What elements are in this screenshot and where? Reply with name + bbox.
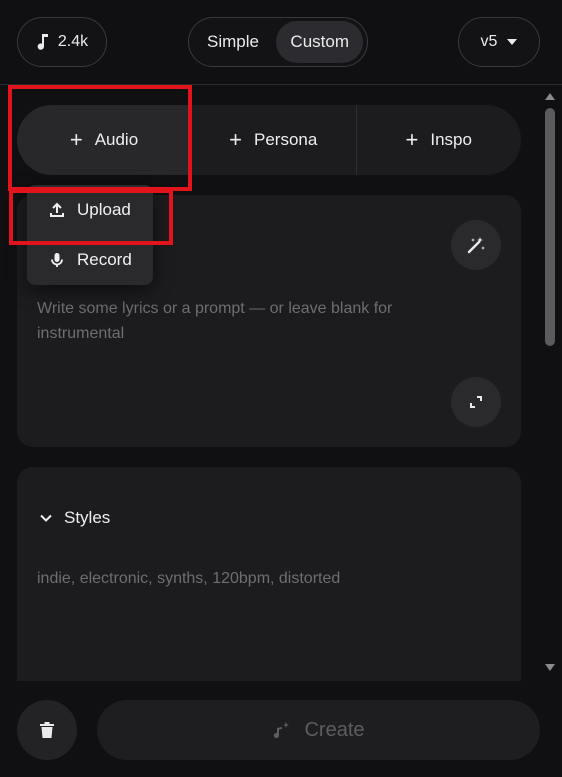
lyrics-input[interactable]: Write some lyrics or a prompt — or leave… (37, 296, 457, 346)
scroll-up-arrow[interactable] (545, 93, 555, 100)
add-inspo-button[interactable]: + Inspo (357, 105, 522, 175)
record-label: Record (77, 250, 132, 269)
music-note-icon (37, 34, 48, 50)
styles-toggle[interactable]: Styles (40, 506, 110, 530)
magic-wand-icon (467, 237, 485, 254)
plus-icon: + (229, 127, 243, 152)
expand-icon (470, 396, 482, 408)
microphone-icon (51, 253, 63, 267)
credits-button[interactable]: 2.4k (17, 17, 107, 67)
create-button[interactable]: Create (97, 700, 540, 760)
add-persona-button[interactable]: + Persona (191, 105, 356, 175)
expand-button[interactable] (451, 377, 501, 427)
highlight-box-audio (8, 85, 192, 191)
caret-down-icon (507, 39, 518, 45)
music-sparkle-icon (274, 722, 290, 739)
trash-icon (40, 722, 54, 738)
tab-custom[interactable]: Custom (276, 21, 363, 63)
create-label: Create (304, 718, 365, 741)
mode-toggle: Simple Custom (188, 17, 368, 67)
highlight-box-upload (9, 189, 173, 245)
scroll-down-arrow[interactable] (545, 664, 555, 671)
plus-icon: + (405, 127, 419, 152)
magic-wand-button[interactable] (451, 220, 501, 270)
styles-input[interactable]: indie, electronic, synths, 120bpm, disto… (37, 570, 340, 588)
tab-simple[interactable]: Simple (193, 21, 273, 63)
scrollbar-thumb[interactable] (545, 108, 555, 346)
add-persona-label: Persona (254, 130, 318, 149)
add-inspo-label: Inspo (430, 130, 472, 149)
chevron-down-icon (40, 514, 52, 522)
version-label: v5 (480, 33, 498, 50)
delete-button[interactable] (17, 700, 77, 760)
styles-label: Styles (64, 508, 111, 527)
credits-count: 2.4k (57, 33, 89, 50)
version-dropdown[interactable]: v5 (458, 17, 540, 67)
